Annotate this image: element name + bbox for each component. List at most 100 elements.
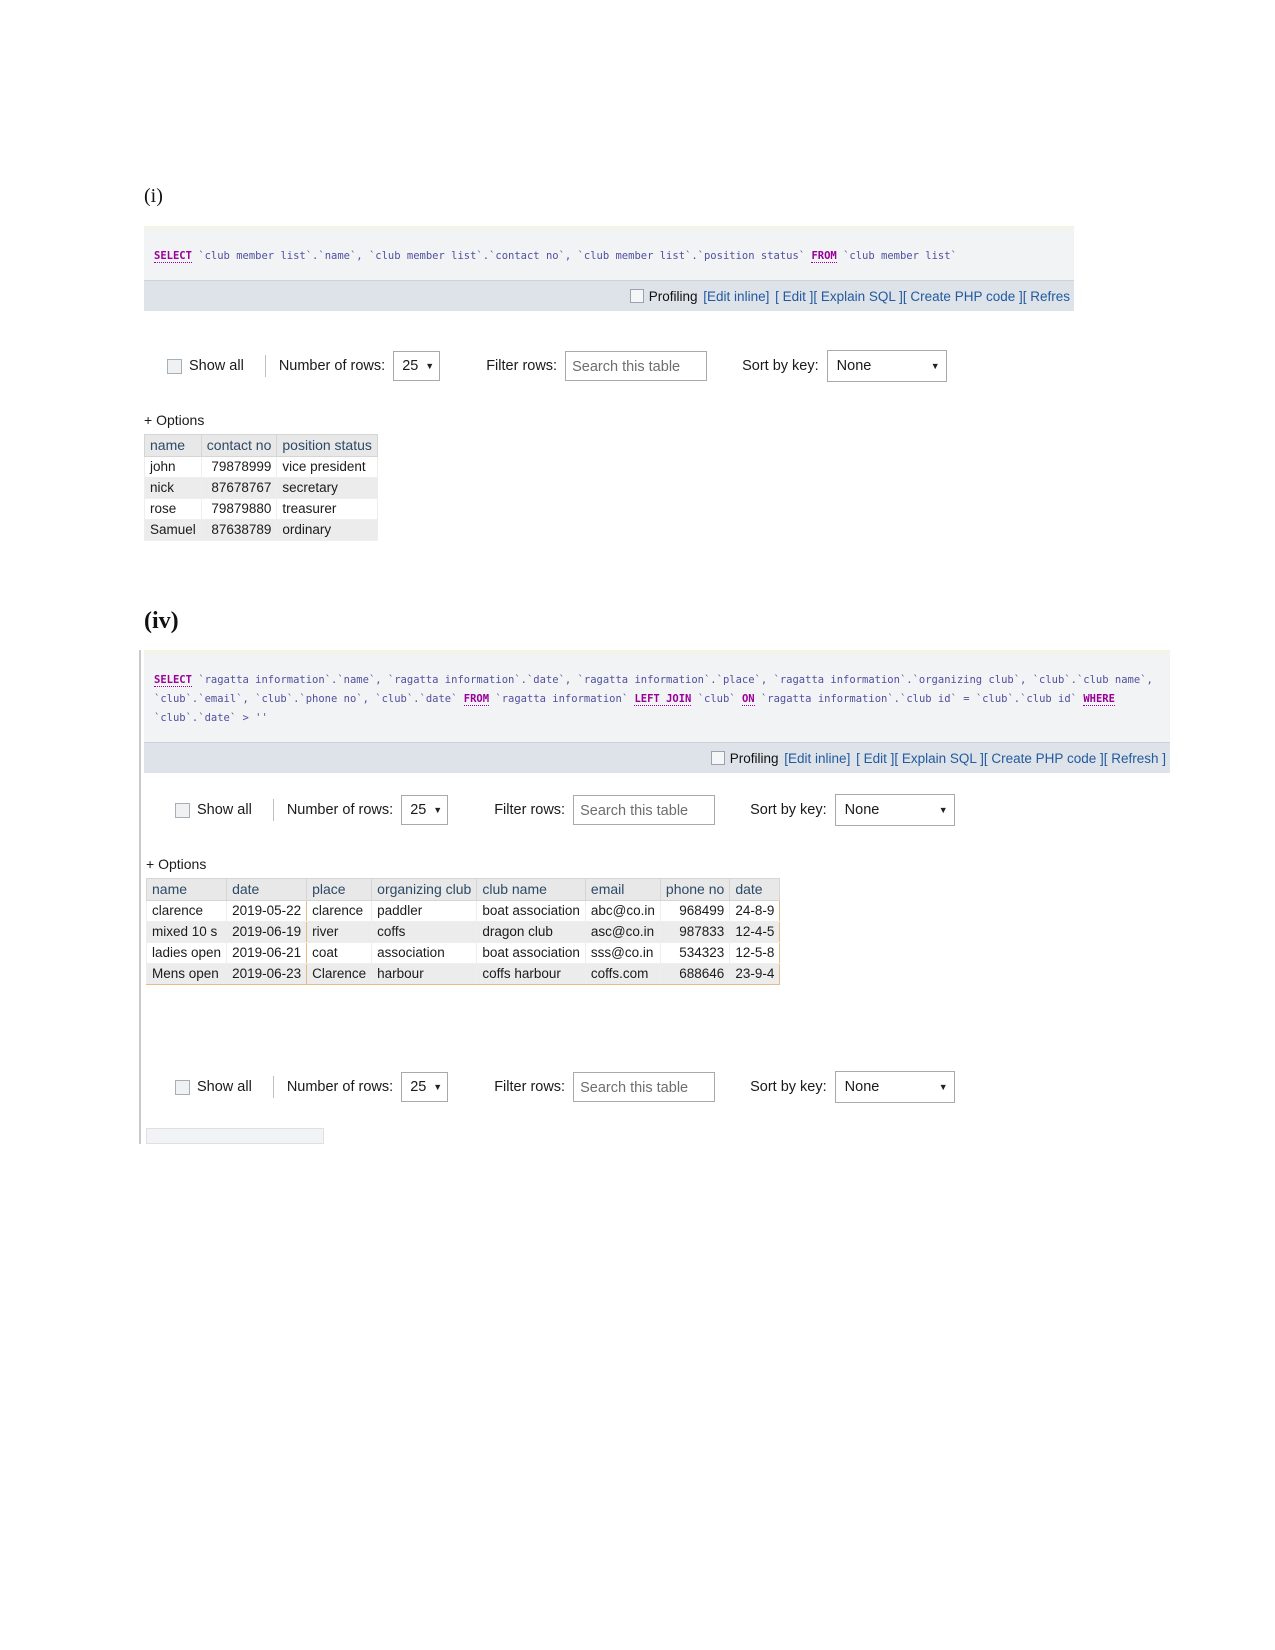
sql-body: `club member list`.`name`, `club member … [191,250,812,262]
column-header[interactable]: name [144,434,202,457]
table-cell[interactable]: abc@co.in [584,900,661,922]
table-cell[interactable]: harbour [371,963,478,985]
table-cell[interactable]: coat [306,942,373,964]
table-cell[interactable]: 968499 [659,900,731,922]
column-header[interactable]: phone no [659,878,731,901]
row-controls-bar-iv-bottom: Show all Number of rows: 25 ▼ Filter row… [175,1071,955,1103]
sort-by-key-label-iv-bottom: Sort by key: [750,1079,827,1095]
number-of-rows-select-i[interactable]: 25 ▼ [393,351,441,381]
table-cell[interactable]: asc@co.in [584,921,661,943]
column-header[interactable]: place [306,878,373,901]
table-cell[interactable]: ordinary [276,519,378,541]
profiling-checkbox-iv[interactable] [710,751,725,765]
number-of-rows-select-iv-bottom[interactable]: 25 ▼ [401,1072,449,1102]
sort-by-key-value-iv-bottom: None [844,1079,880,1095]
column-header[interactable]: club name [476,878,586,901]
table-cell[interactable]: 12-5-8 [729,942,781,964]
table-row[interactable]: clarence 2019-05-22 clarence paddler boat as… [145,900,781,922]
results-table-iv: name date place organizing club club name ema… [145,878,781,985]
table-row[interactable]: Mens open 2019-06-23 Clarence harbour coffs … [145,963,781,985]
create-php-code-link-i[interactable]: [ Create PHP code ] [903,289,1023,304]
table-cell[interactable]: 23-9-4 [729,963,781,985]
table-cell[interactable]: 87678767 [200,477,278,499]
table-cell[interactable]: mixed 10 s [145,921,228,943]
refresh-link-iv[interactable]: [ Refresh ] [1104,751,1166,766]
filter-rows-input-iv-bottom[interactable]: Search this table [573,1072,716,1102]
table-cell[interactable]: vice president [276,456,378,478]
table-body-i: john 79878999 vice president nick 87678767 se… [144,456,378,541]
table-cell[interactable]: coffs [371,921,478,943]
show-all-checkbox-iv-top[interactable] [175,802,190,818]
table-row[interactable]: mixed 10 s 2019-06-19 river coffs dragon clu… [145,921,781,943]
refresh-link-i[interactable]: [ Refres [1023,289,1070,304]
table-cell[interactable]: 2019-05-22 [226,900,308,922]
edit-link-iv[interactable]: [ Edit ] [856,751,894,766]
table-cell[interactable]: clarence [306,900,373,922]
table-cell[interactable]: 987833 [659,921,731,943]
column-header[interactable]: name [145,878,228,901]
column-header[interactable]: contact no [200,434,278,457]
table-cell[interactable]: 87638789 [200,519,278,541]
table-cell[interactable]: coffs.com [584,963,661,985]
table-row[interactable]: Samuel 87638789 ordinary [144,519,378,541]
column-header[interactable]: email [584,878,661,901]
query-actions-bar-iv: Profiling [Edit inline] [ Edit ][ Explai… [144,742,1170,773]
query-panel-iv: SELECT `ragatta information`.`name`, `ra… [144,650,1170,773]
table-cell[interactable]: boat association [476,900,586,922]
create-php-code-link-iv[interactable]: [ Create PHP code ] [984,751,1104,766]
table-cell[interactable]: 12-4-5 [729,921,781,943]
show-all-checkbox-iv-bottom[interactable] [175,1079,190,1095]
table-cell[interactable]: rose [144,498,202,520]
column-header[interactable]: organizing club [371,878,478,901]
number-of-rows-select-iv-top[interactable]: 25 ▼ [401,795,449,825]
options-toggle-i[interactable]: + Options [144,412,204,428]
table-row[interactable]: nick 87678767 secretary [144,477,378,499]
table-cell[interactable]: river [306,921,373,943]
column-header[interactable]: date [729,878,781,901]
table-cell[interactable]: 2019-06-21 [226,942,308,964]
sort-by-key-select-iv-top[interactable]: None ▼ [834,794,955,826]
edit-inline-link-i[interactable]: [Edit inline] [703,289,769,304]
table-cell[interactable]: secretary [276,477,378,499]
table-cell[interactable]: Clarence [306,963,373,985]
table-cell[interactable]: Mens open [145,963,228,985]
table-cell[interactable]: 534323 [659,942,731,964]
table-cell[interactable]: john [144,456,202,478]
table-cell[interactable]: dragon club [476,921,586,943]
edit-link-i[interactable]: [ Edit ] [775,289,813,304]
table-cell[interactable]: ladies open [145,942,228,964]
sort-by-key-select-iv-bottom[interactable]: None ▼ [834,1071,955,1103]
table-cell[interactable]: treasurer [276,498,378,520]
column-header[interactable]: position status [276,434,378,457]
table-cell[interactable]: 79879880 [200,498,278,520]
table-cell[interactable]: association [371,942,478,964]
table-cell[interactable]: 79878999 [200,456,278,478]
profiling-checkbox-i[interactable] [629,289,644,303]
table-cell[interactable]: coffs harbour [476,963,586,985]
table-row[interactable]: john 79878999 vice president [144,456,378,478]
number-of-rows-value-iv-bottom: 25 [410,1079,427,1095]
table-row[interactable]: rose 79879880 treasurer [144,498,378,520]
column-header[interactable]: date [226,878,308,901]
filter-rows-input-iv-top[interactable]: Search this table [573,795,716,825]
options-toggle-iv[interactable]: + Options [146,856,206,872]
table-cell[interactable]: paddler [371,900,478,922]
table-header-row-iv: name date place organizing club club name ema… [145,878,781,901]
show-all-checkbox-i[interactable] [167,358,182,374]
table-cell[interactable]: nick [144,477,202,499]
table-cell[interactable]: clarence [145,900,228,922]
table-cell[interactable]: 688646 [659,963,731,985]
edit-inline-link-iv[interactable]: [Edit inline] [784,751,850,766]
explain-sql-link-iv[interactable]: [ Explain SQL ] [894,751,984,766]
table-cell[interactable]: 2019-06-23 [226,963,308,985]
table-cell[interactable]: Samuel [144,519,202,541]
table-cell[interactable]: 2019-06-19 [226,921,308,943]
table-row[interactable]: ladies open 2019-06-21 coat association boat… [145,942,781,964]
filter-rows-label-iv-bottom: Filter rows: [494,1079,566,1095]
table-cell[interactable]: 24-8-9 [729,900,781,922]
filter-rows-input-i[interactable]: Search this table [565,351,708,381]
table-cell[interactable]: boat association [476,942,586,964]
sort-by-key-select-i[interactable]: None ▼ [826,350,947,382]
explain-sql-link-i[interactable]: [ Explain SQL ] [813,289,903,304]
table-cell[interactable]: sss@co.in [584,942,661,964]
